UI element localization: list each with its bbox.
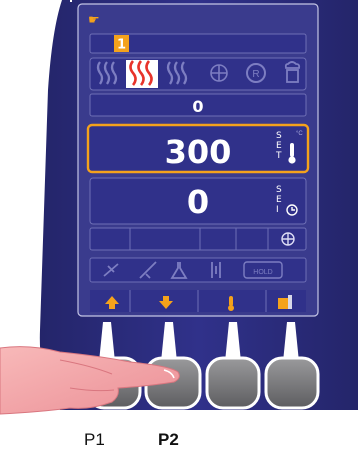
program-index: 1	[117, 38, 126, 53]
svg-text:I: I	[276, 205, 279, 215]
svg-text:T: T	[275, 151, 282, 161]
unit-label: °C	[296, 131, 303, 137]
display-screen: ☛ 1 R 0 300 S E T °C 0 S E I HOLD	[77, 3, 319, 317]
button-label-P2: P2	[158, 430, 179, 449]
hand-icon: ☛	[88, 12, 100, 27]
svg-text:R: R	[252, 69, 259, 80]
svg-text:E: E	[276, 195, 282, 205]
button-label-P1: P1	[84, 430, 105, 449]
fan-icon[interactable]	[210, 64, 228, 82]
counter-value: 0	[192, 97, 203, 116]
set-label-temp: S	[276, 131, 282, 141]
svg-text:S: S	[276, 185, 282, 195]
timer-set-value: 0	[187, 183, 209, 221]
svg-text:E: E	[276, 141, 282, 151]
fan-humidity-icon[interactable]	[281, 232, 295, 246]
control-panel: ☛ 1 R 0 300 S E T °C 0 S E I HOLD	[0, 0, 358, 415]
hold-label: HOLD	[253, 269, 272, 276]
temperature-set-value: 300	[165, 133, 232, 171]
